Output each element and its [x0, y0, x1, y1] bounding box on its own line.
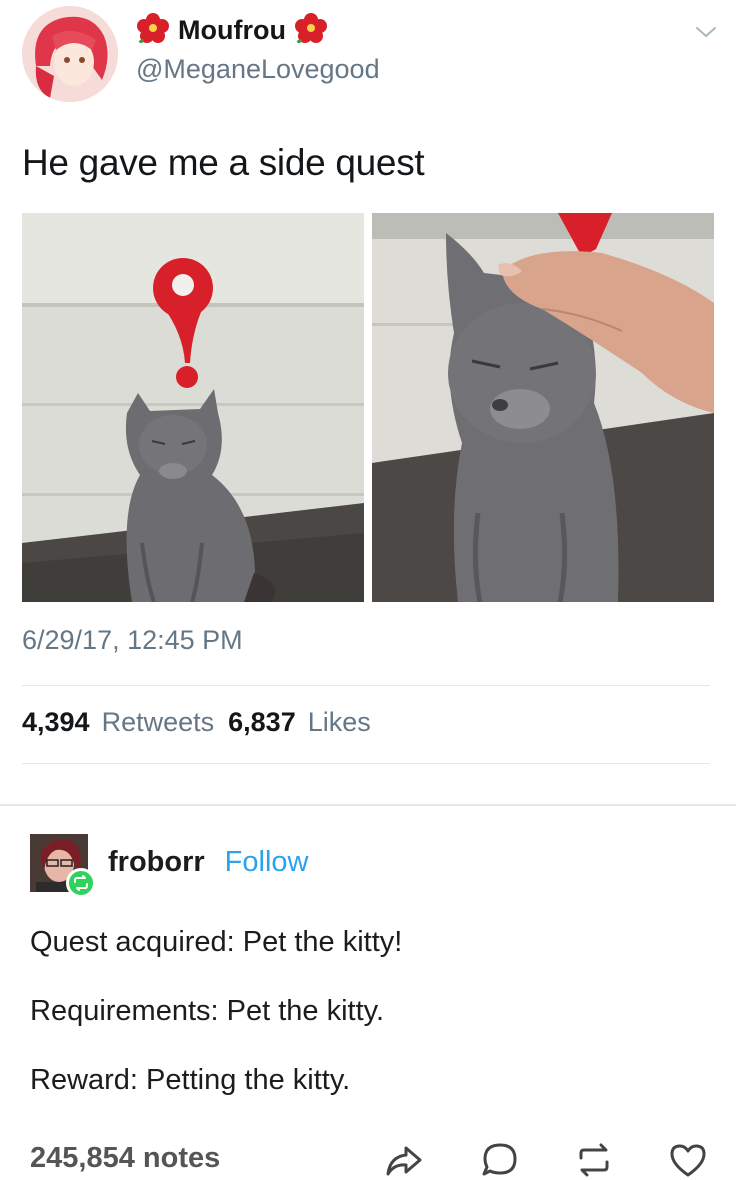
- chevron-down-icon[interactable]: [694, 22, 718, 42]
- hibiscus-flower-icon: [136, 12, 170, 49]
- tweet-stats: 4,394 Retweets 6,837 Likes: [22, 707, 373, 738]
- tweet-avatar[interactable]: [22, 6, 118, 102]
- retweets-count[interactable]: 4,394: [22, 707, 90, 738]
- likes-count[interactable]: 6,837: [228, 707, 296, 738]
- like-icon[interactable]: [668, 1140, 708, 1180]
- tweet-display-name[interactable]: Moufrou: [178, 15, 286, 46]
- tweet-text: He gave me a side quest: [22, 142, 425, 183]
- embedded-tweet: Moufrou @MeganeLovegood He gave me a sid…: [0, 0, 736, 805]
- tweet-divider: [22, 685, 710, 686]
- tweet-photo-cat-quest[interactable]: [22, 213, 364, 602]
- post-text-line: Quest acquired: Pet the kitty!: [30, 926, 403, 958]
- tweet-name-row: Moufrou: [136, 12, 328, 49]
- tweet-divider-bottom: [22, 763, 710, 764]
- tweet-photo-cat-petted[interactable]: [372, 213, 714, 602]
- blog-name[interactable]: froborr: [108, 846, 205, 879]
- notes-count[interactable]: 245,854 notes: [30, 1142, 220, 1175]
- post-text-line: Requirements: Pet the kitty.: [30, 995, 385, 1027]
- likes-label[interactable]: Likes: [308, 707, 371, 738]
- post-text-line: Reward: Petting the kitty.: [30, 1064, 351, 1096]
- reply-icon[interactable]: [480, 1140, 520, 1180]
- post-separator: [0, 804, 736, 806]
- hibiscus-flower-icon: [294, 12, 328, 49]
- reblog-header: froborr Follow: [108, 846, 308, 879]
- reblog-icon[interactable]: [574, 1140, 614, 1180]
- tweet-timestamp[interactable]: 6/29/17, 12:45 PM: [22, 625, 243, 656]
- follow-button[interactable]: Follow: [225, 846, 309, 879]
- tweet-handle[interactable]: @MeganeLovegood: [136, 54, 380, 85]
- retweets-label[interactable]: Retweets: [102, 707, 215, 738]
- share-icon[interactable]: [384, 1140, 424, 1180]
- reblog-badge-icon: [66, 868, 96, 898]
